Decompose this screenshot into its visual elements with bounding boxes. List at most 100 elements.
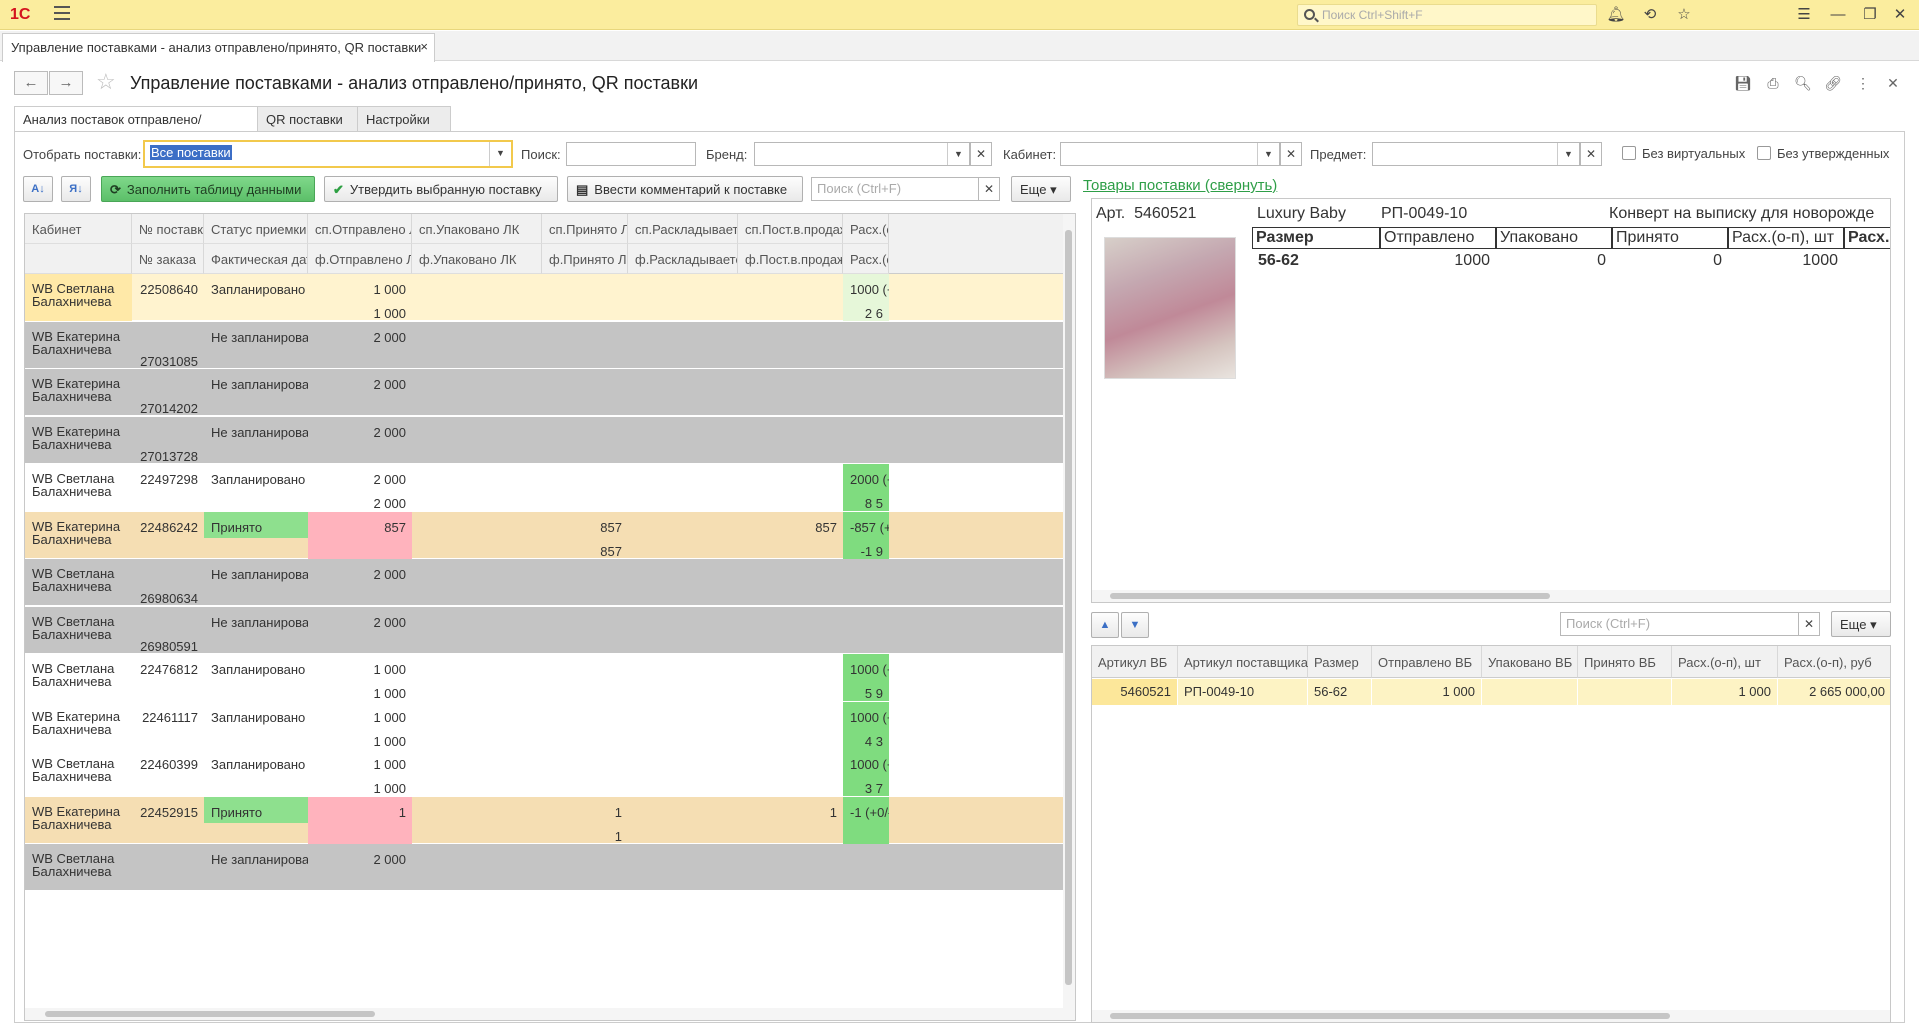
- close-window-icon[interactable]: ✕: [1890, 5, 1910, 25]
- scrollbar-thumb[interactable]: [1065, 230, 1072, 985]
- history-icon[interactable]: ⟲: [1640, 5, 1660, 25]
- column-header[interactable]: Расх.(о-: [843, 214, 889, 244]
- forward-button[interactable]: →: [49, 71, 83, 95]
- vertical-scrollbar[interactable]: [1063, 214, 1075, 1020]
- cabinet-select[interactable]: ▼: [1060, 142, 1280, 166]
- approve-supply-button[interactable]: ✔ Утвердить выбранную поставку: [324, 176, 558, 202]
- subject-select[interactable]: ▼: [1372, 142, 1580, 166]
- back-button[interactable]: ←: [14, 71, 48, 95]
- column-header-sub[interactable]: ф.Раскладывается: [628, 244, 738, 274]
- goods-column-header[interactable]: Размер: [1308, 646, 1372, 678]
- no-approved-checkbox[interactable]: [1757, 146, 1771, 160]
- brand-clear-icon[interactable]: ✕: [970, 142, 992, 166]
- goods-cell[interactable]: 56-62: [1308, 679, 1372, 705]
- more-button[interactable]: Еще ▾: [1011, 176, 1071, 202]
- restore-icon[interactable]: ❐: [1860, 5, 1880, 25]
- goods-column-header[interactable]: Принято ВБ: [1578, 646, 1672, 678]
- scrollbar-thumb[interactable]: [1110, 1013, 1670, 1019]
- column-header-sub[interactable]: ф.Упаковано ЛК: [412, 244, 542, 274]
- move-up-button[interactable]: ▲: [1091, 612, 1119, 638]
- goods-cell[interactable]: 1 000: [1372, 679, 1482, 705]
- tab-analysis[interactable]: Анализ поставок отправлено/принято: [14, 106, 258, 142]
- table-row[interactable]: WB Светлана Балахничева 22508640 Запланиро…: [25, 274, 1065, 321]
- table-row[interactable]: WB Светлана Балахничева 26980591 Не заплан…: [25, 606, 1065, 654]
- grid-search-input[interactable]: Поиск (Ctrl+F): [811, 177, 979, 201]
- cabinet-clear-icon[interactable]: ✕: [1280, 142, 1302, 166]
- goods-cell[interactable]: 5460521: [1092, 679, 1178, 705]
- document-tab[interactable]: Управление поставками - анализ отправлен…: [2, 33, 435, 62]
- show-filter-select[interactable]: Все поставки ▼: [143, 140, 513, 168]
- table-row[interactable]: WB Екатерина Балахничева 27031085 Не запла…: [25, 321, 1065, 369]
- goods-column-header[interactable]: Упаковано ВБ: [1482, 646, 1578, 678]
- sort-desc-button[interactable]: Я↓: [61, 176, 91, 202]
- goods-search-clear-icon[interactable]: ✕: [1798, 612, 1820, 636]
- table-row[interactable]: WB Екатерина Балахничева 22452915 Принято 1…: [25, 796, 1065, 844]
- subject-clear-icon[interactable]: ✕: [1580, 142, 1602, 166]
- tab-qr[interactable]: QR поставки: [257, 106, 358, 132]
- goods-cell[interactable]: [1482, 679, 1578, 705]
- goods-column-header[interactable]: Расх.(о-п), руб: [1778, 646, 1890, 678]
- tab-settings[interactable]: Настройки: [357, 106, 451, 132]
- grid-search-clear-icon[interactable]: ✕: [978, 177, 1000, 201]
- add-comment-button[interactable]: ▤ Ввести комментарий к поставке: [567, 176, 803, 202]
- no-virtual-checkbox[interactable]: [1622, 146, 1636, 160]
- table-row[interactable]: WB Екатерина Балахничева 27013728 Не запла…: [25, 416, 1065, 464]
- save-icon[interactable]: 💾︎: [1732, 72, 1754, 94]
- goods-column-header[interactable]: Отправлено ВБ: [1372, 646, 1482, 678]
- column-header-sub[interactable]: № заказа: [132, 244, 204, 274]
- chevron-down-icon[interactable]: ▼: [947, 143, 969, 165]
- table-row[interactable]: WB Екатерина Балахничева 22486242 Принято 8…: [25, 511, 1065, 559]
- column-header[interactable]: № поставки: [132, 214, 204, 244]
- goods-column-header[interactable]: Расх.(о-п), шт: [1672, 646, 1778, 678]
- table-row[interactable]: WB Екатерина Балахничева 27014202 Не запла…: [25, 369, 1065, 416]
- minimize-icon[interactable]: —: [1828, 5, 1848, 25]
- chevron-down-icon[interactable]: ▼: [1557, 143, 1579, 165]
- brand-select[interactable]: ▼: [754, 142, 970, 166]
- column-header[interactable]: сп.Отправлено ЛК: [308, 214, 412, 244]
- horizontal-scrollbar[interactable]: [1092, 590, 1890, 602]
- chevron-down-icon[interactable]: ▼: [489, 142, 511, 166]
- horizontal-scrollbar[interactable]: [25, 1008, 1065, 1020]
- table-row[interactable]: WB Светлана Балахничева Не запланировано 2…: [25, 844, 1065, 891]
- column-header-sub[interactable]: ф.Принято ЛК: [542, 244, 628, 274]
- goods-more-button[interactable]: Еще ▾: [1831, 611, 1891, 637]
- close-form-icon[interactable]: ✕: [1882, 72, 1904, 94]
- menu-icon[interactable]: [54, 6, 70, 20]
- link-icon[interactable]: 🔗︎: [1822, 72, 1844, 94]
- favorite-star-icon[interactable]: ☆: [96, 69, 116, 95]
- chevron-down-icon[interactable]: ▼: [1257, 143, 1279, 165]
- column-header[interactable]: сп.Раскладывается: [628, 214, 738, 244]
- goods-column-header[interactable]: Артикул поставщика: [1178, 646, 1308, 678]
- column-header-sub[interactable]: Фактическая дата: [204, 244, 308, 274]
- horizontal-scrollbar[interactable]: [1092, 1010, 1890, 1022]
- table-row[interactable]: WB Светлана Балахничева 26980634 Не заплан…: [25, 559, 1065, 606]
- column-header[interactable]: Статус приемки: [204, 214, 308, 244]
- goods-cell[interactable]: РП-0049-10: [1178, 679, 1308, 705]
- column-header[interactable]: сп.Пост.в.продажу: [738, 214, 843, 244]
- goods-cell[interactable]: 2 665 000,00: [1778, 679, 1890, 705]
- column-header-sub[interactable]: Расх.(о-: [843, 244, 889, 274]
- column-header[interactable]: Кабинет: [25, 214, 132, 244]
- goods-cell[interactable]: [1578, 679, 1672, 705]
- column-header[interactable]: сп.Принято ЛК: [542, 214, 628, 244]
- goods-search-input[interactable]: Поиск (Ctrl+F): [1560, 612, 1800, 636]
- goods-cell[interactable]: 1 000: [1672, 679, 1778, 705]
- scrollbar-thumb[interactable]: [45, 1011, 375, 1017]
- more-vertical-icon[interactable]: ⋮: [1852, 72, 1874, 94]
- goods-column-header[interactable]: Артикул ВБ: [1092, 646, 1178, 678]
- scrollbar-thumb[interactable]: [1110, 593, 1550, 599]
- table-row[interactable]: WB Екатерина Балахничева 22461117 Запланир…: [25, 701, 1065, 749]
- bell-icon[interactable]: 🔔︎: [1606, 5, 1626, 25]
- global-search-input[interactable]: Поиск Ctrl+Shift+F: [1297, 4, 1597, 26]
- sort-asc-button[interactable]: A↓: [23, 176, 53, 202]
- print-icon[interactable]: ⎙: [1762, 72, 1784, 94]
- close-tab-icon[interactable]: ×: [420, 39, 428, 54]
- settings-menu-icon[interactable]: ☰: [1794, 5, 1814, 25]
- table-row[interactable]: WB Светлана Балахничева 22460399 Запланиро…: [25, 749, 1065, 796]
- preview-icon[interactable]: 🔍︎: [1792, 72, 1814, 94]
- search-input[interactable]: [566, 142, 696, 166]
- fill-table-button[interactable]: ⟳ Заполнить таблицу данными: [101, 176, 315, 202]
- favorites-star-icon[interactable]: ☆: [1674, 5, 1694, 25]
- column-header[interactable]: сп.Упаковано ЛК: [412, 214, 542, 244]
- column-header-sub[interactable]: ф.Пост.в.продажу: [738, 244, 843, 274]
